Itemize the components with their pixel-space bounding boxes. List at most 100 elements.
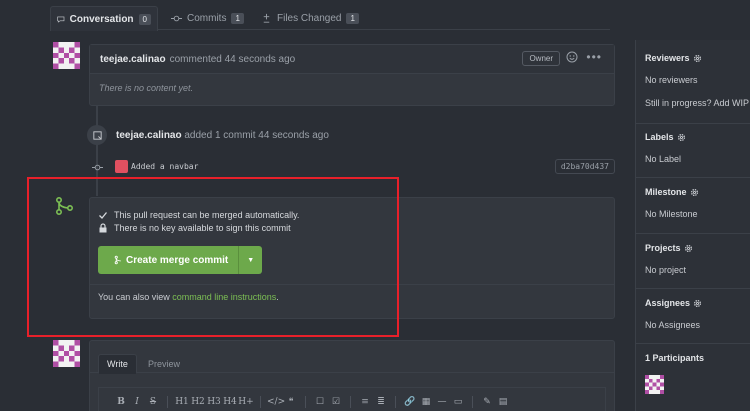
assignees-section: Assignees No Assignees [636,289,750,344]
toolbar-divider [350,395,351,408]
gear-icon[interactable] [684,244,693,253]
pr-sidebar: Reviewers No reviewers Still in progress… [635,40,750,411]
commit-icon [92,164,103,171]
identicon [53,42,80,69]
assignees-title-text: Assignees [645,298,691,308]
checkbox-icon[interactable]: ☐ [312,397,328,407]
tab-label: Conversation [69,13,134,25]
comment-body: There is no content yet. [99,83,194,93]
comment-author[interactable]: teejae.calinao [100,54,166,65]
strikethrough-icon[interactable]: S [145,397,161,407]
reviewers-title-text: Reviewers [645,53,690,63]
merge-status-text: This pull request can be merged automati… [114,209,300,220]
toolbar-divider [260,395,261,408]
link-icon[interactable]: 🔗 [402,397,418,407]
avatar[interactable] [53,42,80,69]
more-options-icon[interactable]: ••• [586,50,602,64]
gear-icon[interactable] [693,299,702,308]
reviewers-title[interactable]: Reviewers [645,53,702,63]
image-icon[interactable]: ▭ [450,397,466,407]
comment-box: teejae.calinao commented 44 seconds ago … [89,44,615,106]
comment-meta: commented 44 seconds ago [169,53,296,65]
event-description: added 1 commit 44 seconds ago [184,130,329,141]
heading-more-icon[interactable]: H+ [238,397,254,407]
participant-avatar[interactable] [645,375,664,394]
new-comment-editor: Write Preview B I S H1 H2 H3 H4 H+ </> ❝… [89,340,615,411]
merge-icon [55,196,74,216]
merge-box: This pull request can be merged automati… [89,197,615,319]
milestone-value: No Milestone [645,209,698,219]
commit-message[interactable]: Added a navbar [131,162,198,171]
tab-count: 1 [231,12,244,24]
avatar[interactable] [53,340,80,367]
merge-foot-prefix: You can also view [98,292,170,302]
assignees-title[interactable]: Assignees [645,298,702,308]
tab-count: 1 [346,12,359,24]
editor-tabs: Write Preview [90,341,614,374]
milestone-title-text: Milestone [645,187,687,197]
toolbar-divider [472,395,473,408]
identicon [53,340,80,367]
lock-icon [99,222,107,232]
quote-icon[interactable]: ❝ [283,397,299,407]
gear-icon[interactable] [677,133,686,142]
gear-icon[interactable] [690,188,699,197]
merge-options-dropdown[interactable]: ▼ [238,246,263,274]
sign-key-line: There is no key available to sign this c… [98,221,606,234]
create-merge-commit-label: Create merge commit [126,254,229,266]
wip-link[interactable]: Still in progress? Add WIP [645,98,749,108]
owner-badge: Owner [522,51,560,66]
participants-title: 1 Participants [645,353,705,363]
heading1-icon[interactable]: H1 [174,397,190,407]
plus-minus-icon [263,13,270,23]
tab-label: Commits [187,12,227,24]
tab-preview[interactable]: Preview [140,354,188,374]
gear-icon[interactable] [693,54,702,63]
horizontal-rule-icon[interactable]: — [434,397,450,407]
tab-conversation[interactable]: Conversation 0 [50,6,158,31]
bullet-list-icon[interactable]: ≡ [357,397,373,407]
tab-write[interactable]: Write [98,354,137,374]
file-icon[interactable]: ▤ [495,397,511,407]
milestone-title[interactable]: Milestone [645,187,699,197]
check-icon [99,211,108,219]
table-icon[interactable]: ▦ [418,397,434,407]
task-list-icon[interactable]: ☑ [328,397,344,407]
labels-title-text: Labels [645,132,674,142]
bold-icon[interactable]: B [113,397,129,407]
commit-sha[interactable]: d2ba70d437 [554,159,615,174]
push-event-icon [87,125,107,145]
commit-icon [171,15,182,21]
heading4-icon[interactable]: H4 [222,397,238,407]
identicon [645,375,664,394]
heading2-icon[interactable]: H2 [190,397,206,407]
assignees-value: No Assignees [645,320,701,330]
projects-title[interactable]: Projects [645,243,693,253]
heading3-icon[interactable]: H3 [206,397,222,407]
comment-icon [57,16,65,23]
tab-files-changed[interactable]: Files Changed 1 [255,6,365,30]
create-merge-commit-button[interactable]: Create merge commit [98,246,239,274]
eraser-icon[interactable]: ✎ [479,397,495,407]
command-line-instructions-link[interactable]: command line instructions [172,292,276,302]
reaction-icon[interactable] [566,51,578,63]
reviewers-section: Reviewers No reviewers Still in progress… [636,40,750,124]
toolbar-divider [167,395,168,408]
commit-avatar[interactable] [115,160,128,173]
italic-icon[interactable]: I [129,397,145,407]
labels-title[interactable]: Labels [645,132,686,142]
code-icon[interactable]: </> [267,397,285,407]
merge-button-group: Create merge commit ▼ [98,246,263,274]
merge-footer: You can also view command line instructi… [90,285,614,309]
labels-section: Labels No Label [636,124,750,178]
event-author[interactable]: teejae.calinao [116,130,182,141]
merge-icon [114,255,121,265]
merge-status: This pull request can be merged automati… [90,198,614,285]
projects-title-text: Projects [645,243,681,253]
numbered-list-icon[interactable]: ≣ [373,397,389,407]
tab-label: Files Changed [277,12,342,24]
tab-commits[interactable]: Commits 1 [165,6,250,30]
toolbar-divider [395,395,396,408]
pr-tabs: Conversation 0 Commits 1 Files Changed 1 [50,6,610,31]
reviewers-value: No reviewers [645,75,698,85]
